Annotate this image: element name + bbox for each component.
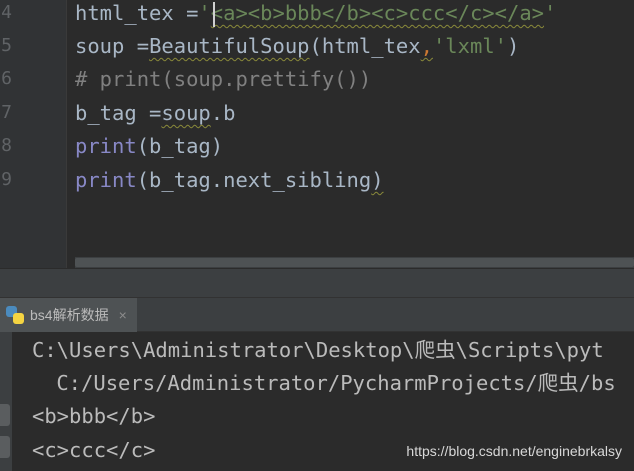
panel-divider[interactable] xyxy=(0,268,634,298)
scrollbar-thumb[interactable] xyxy=(75,258,634,267)
code-line[interactable]: b_tag =soup.b xyxy=(75,100,235,133)
code-token: soup = xyxy=(75,34,150,58)
watermark-text: https://blog.csdn.net/enginebrkalsy xyxy=(406,443,622,459)
code-token: (html_tex xyxy=(309,34,421,58)
code-line[interactable]: print(b_tag) xyxy=(75,133,223,166)
code-token: ' xyxy=(544,1,557,25)
console-toolbar xyxy=(0,332,12,471)
code-token: BeautifulSoup xyxy=(149,34,310,58)
line-number: 8 xyxy=(1,135,12,156)
code-editor[interactable]: 4 5 6 7 8 9 html_tex ='<a><b>bbb</b><c>c… xyxy=(0,0,634,268)
code-token: (b_tag.next_sibling xyxy=(136,168,372,192)
code-token: ) xyxy=(507,34,520,58)
console-output-line: C:\Users\Administrator\Desktop\爬虫\Script… xyxy=(32,338,604,362)
code-token: , xyxy=(420,34,433,58)
code-token: 'lxml' xyxy=(432,34,508,58)
line-number-gutter: 4 5 6 7 8 9 xyxy=(0,0,66,268)
close-icon[interactable]: × xyxy=(119,307,127,323)
code-token: html_tex = xyxy=(75,1,199,25)
console-output-line[interactable]: C:/Users/Administrator/PycharmProjects/爬… xyxy=(44,367,615,400)
line-number: 7 xyxy=(1,102,12,123)
code-token: print xyxy=(75,168,137,192)
horizontal-scrollbar[interactable] xyxy=(75,257,634,268)
gutter-separator xyxy=(66,0,67,268)
code-token: b_tag = xyxy=(75,101,162,125)
code-token: soup xyxy=(161,101,211,125)
run-tab-label: bs4解析数据 xyxy=(30,307,109,323)
python-icon xyxy=(6,306,24,324)
code-token: .b xyxy=(210,101,236,125)
code-line[interactable]: print(b_tag.next_sibling) xyxy=(75,167,384,200)
console-output-line: <b>bbb</b> xyxy=(32,404,156,428)
run-tab[interactable]: bs4解析数据 × xyxy=(0,298,137,332)
code-token: ' xyxy=(198,1,211,25)
console-output-line: <c>ccc</c> xyxy=(32,438,156,462)
line-number: 5 xyxy=(1,35,12,56)
line-number: 4 xyxy=(1,2,12,23)
code-token: ) xyxy=(371,168,384,192)
console-action-button[interactable] xyxy=(0,436,10,458)
console-action-button[interactable] xyxy=(0,404,10,426)
code-line[interactable]: html_tex ='<a><b>bbb</b><c>ccc</c></a>' xyxy=(75,0,556,33)
code-token: print xyxy=(75,134,137,158)
run-console[interactable]: C:\Users\Administrator\Desktop\爬虫\Script… xyxy=(0,332,634,471)
code-token: <a><b>bbb</b><c>ccc</c></a> xyxy=(210,1,545,25)
code-line[interactable]: soup =BeautifulSoup(html_tex,'lxml') xyxy=(75,33,519,66)
run-tool-window-header: bs4解析数据 × xyxy=(0,298,634,332)
line-number: 6 xyxy=(1,68,12,89)
text-caret xyxy=(213,2,215,27)
code-line[interactable]: # print(soup.prettify()) xyxy=(75,66,371,99)
code-token: (b_tag) xyxy=(136,134,224,158)
code-token: # print(soup.prettify()) xyxy=(75,67,372,91)
line-number: 9 xyxy=(1,169,12,190)
